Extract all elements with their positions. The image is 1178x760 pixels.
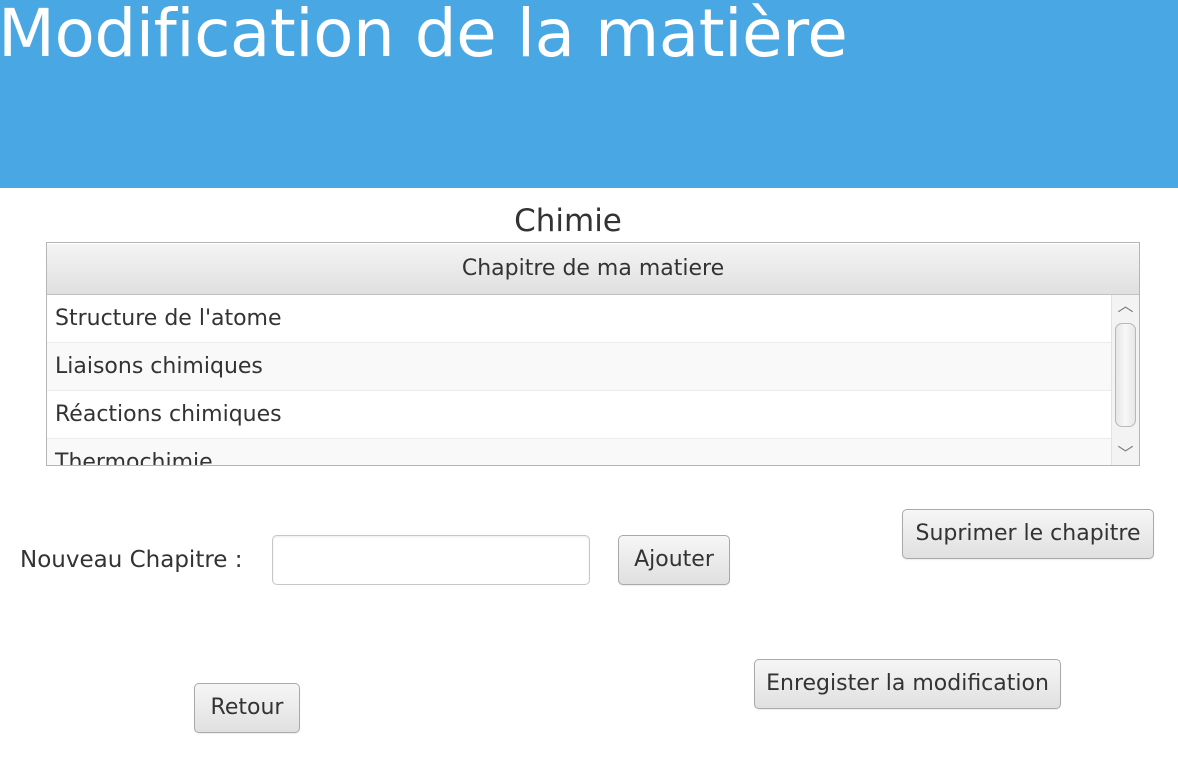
delete-chapter-button[interactable]: Suprimer le chapitre [902,509,1154,559]
table-row[interactable]: Thermochimie [47,439,1111,465]
header-banner: Modification de la matière [0,0,1178,188]
table-row[interactable]: Structure de l'atome [47,295,1111,343]
new-chapter-input[interactable] [272,535,590,585]
table-body: Structure de l'atome Liaisons chimiques … [47,295,1111,465]
scrollbar-thumb[interactable] [1115,323,1136,427]
page: Modification de la matière Chimie Chapit… [0,0,1178,760]
back-button[interactable]: Retour [194,683,300,733]
save-changes-button[interactable]: Enregister la modification [754,659,1061,709]
chevron-down-icon[interactable]: ﹀ [1112,443,1139,465]
table-column-header[interactable]: Chapitre de ma matiere [47,243,1139,295]
table-scrollbar[interactable]: ︿ ﹀ [1111,295,1139,465]
chapters-table[interactable]: Chapitre de ma matiere Structure de l'at… [46,242,1140,466]
table-row[interactable]: Réactions chimiques [47,391,1111,439]
chevron-up-icon[interactable]: ︿ [1112,295,1139,317]
add-chapter-button[interactable]: Ajouter [618,535,730,585]
page-title: Modification de la matière [0,0,848,72]
new-chapter-label: Nouveau Chapitre : [20,547,243,573]
subject-name: Chimie [514,203,622,239]
column-header-label: Chapitre de ma matiere [461,256,725,281]
table-row[interactable]: Liaisons chimiques [47,343,1111,391]
